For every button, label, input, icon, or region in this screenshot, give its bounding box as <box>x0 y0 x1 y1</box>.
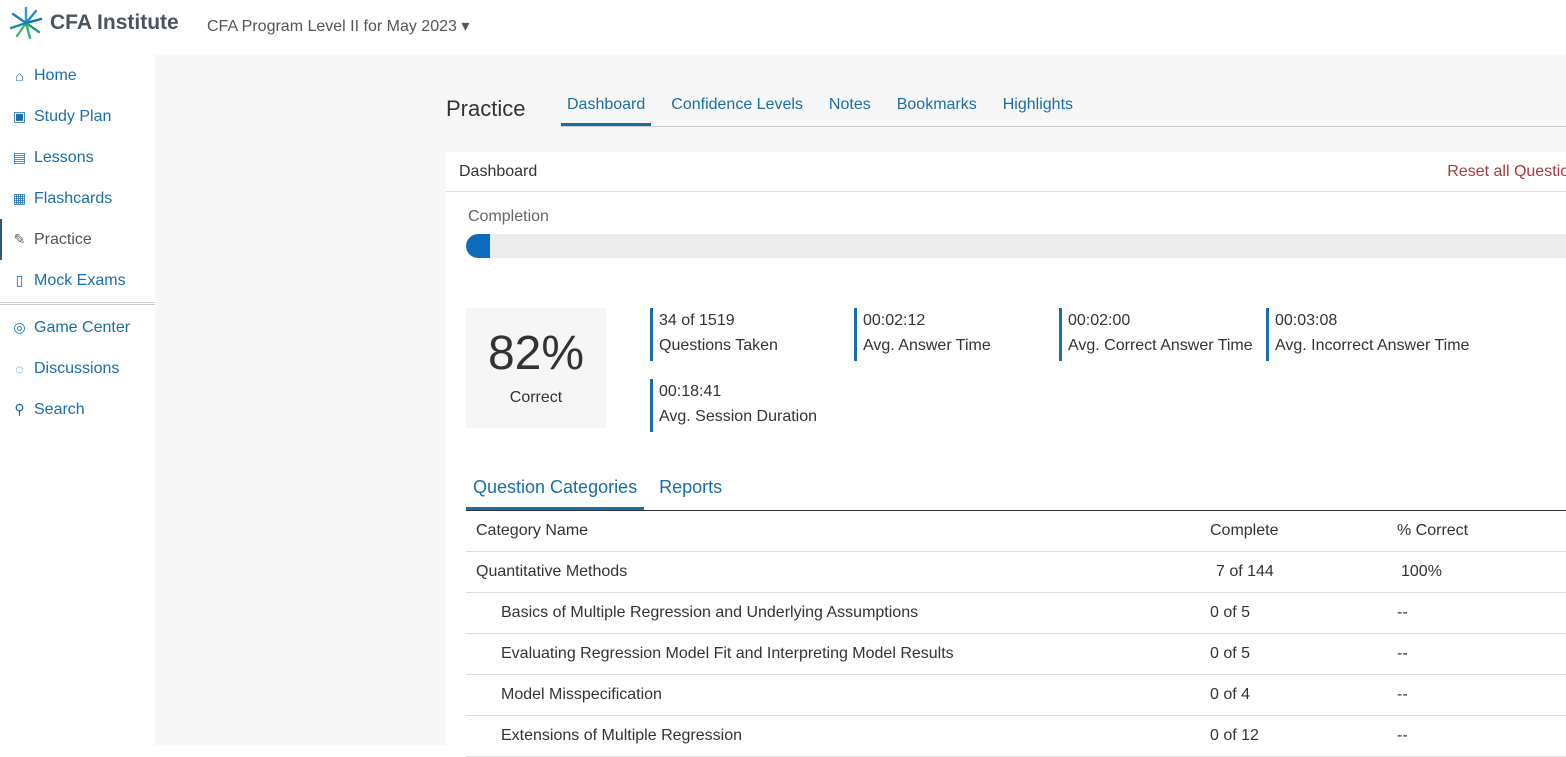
table-row[interactable]: Evaluating Regression Model Fit and Inte… <box>466 634 1566 675</box>
sidebar-item-label: Game Center <box>34 318 131 336</box>
sidebar-item-search[interactable]: ⚲ Search <box>0 389 155 430</box>
stat-value: 00:03:08 <box>1275 312 1338 329</box>
table-row[interactable]: Quantitative Methods 7 of 144 100% <box>466 552 1566 593</box>
col-complete: Complete <box>1210 522 1279 539</box>
tab-confidence-levels[interactable]: Confidence Levels <box>665 86 809 126</box>
sidebar-item-practice[interactable]: ✎ Practice <box>0 219 155 260</box>
score-label: Correct <box>509 389 563 406</box>
tab-question-categories[interactable]: Question Categories <box>466 468 645 510</box>
sidebar-divider <box>0 302 155 305</box>
program-label: CFA Program Level II for May 2023 <box>207 18 457 35</box>
stat-label: Avg. Answer Time <box>863 337 991 354</box>
cfa-logo-icon <box>9 6 43 40</box>
table-header: Category Name Complete % Correct <box>466 511 1566 552</box>
exam-icon: ▯ <box>15 272 24 288</box>
category-name: Extensions of Multiple Regression <box>501 727 743 744</box>
category-correct: 100% <box>1401 563 1442 580</box>
score-value: 82% <box>487 327 585 380</box>
category-tabs: Question Categories Reports <box>466 468 1566 511</box>
program-selector[interactable]: CFA Program Level II for May 2023 ▾ <box>207 16 469 36</box>
sidebar-item-label: Mock Exams <box>34 271 126 289</box>
stat-avg-correct-time: 00:02:00 Avg. Correct Answer Time <box>1059 308 1253 361</box>
stat-label: Avg. Correct Answer Time <box>1068 337 1253 354</box>
table-row[interactable]: Model Misspecification 0 of 4 -- <box>466 675 1566 716</box>
search-icon: ⚲ <box>14 401 25 417</box>
sidebar-item-label: Search <box>34 400 85 418</box>
card-header: Dashboard Reset all Questions <box>446 152 1566 192</box>
tab-notes[interactable]: Notes <box>823 86 877 126</box>
stat-value: 00:18:41 <box>659 383 722 400</box>
sidebar-item-discussions[interactable]: ◌ Discussions <box>0 348 155 389</box>
sidebar-item-label: Practice <box>34 230 92 248</box>
category-name: Basics of Multiple Regression and Underl… <box>501 604 919 621</box>
gamepad-icon: ◎ <box>13 319 26 335</box>
sidebar-item-label: Study Plan <box>34 107 112 125</box>
card-title: Dashboard <box>459 162 538 180</box>
practice-tabs: Dashboard Confidence Levels Notes Bookma… <box>561 86 1566 127</box>
tab-reports[interactable]: Reports <box>652 468 729 510</box>
top-header: CFA Institute CFA Program Level II for M… <box>0 0 1566 55</box>
sidebar-item-study-plan[interactable]: ▣ Study Plan <box>0 96 155 137</box>
sidebar-item-mock-exams[interactable]: ▯ Mock Exams <box>0 260 155 301</box>
flashcards-icon: ▦ <box>12 190 27 206</box>
category-complete: 0 of 12 <box>1210 727 1259 744</box>
book-icon: ▤ <box>12 149 27 165</box>
brand-name: CFA Institute <box>50 11 179 34</box>
completion-progress-fill <box>466 234 491 258</box>
practice-icon: ✎ <box>13 231 26 247</box>
category-complete: 0 of 5 <box>1210 604 1251 621</box>
caret-down-icon: ▾ <box>461 18 470 35</box>
category-correct: -- <box>1397 727 1408 744</box>
category-name: Quantitative Methods <box>476 563 628 580</box>
category-complete: 7 of 144 <box>1216 563 1274 580</box>
stat-value: 34 of 1519 <box>659 312 735 329</box>
stat-avg-session-duration: 00:18:41 Avg. Session Duration <box>650 379 817 432</box>
table-row[interactable]: Extensions of Multiple Regression 0 of 12… <box>466 716 1566 757</box>
stat-questions-taken: 34 of 1519 Questions Taken <box>650 308 778 361</box>
sidebar-item-game-center[interactable]: ◎ Game Center <box>0 307 155 348</box>
score-box: 82% Correct <box>466 308 606 428</box>
home-icon: ⌂ <box>15 67 24 84</box>
sidebar: ⌂ Home ▣ Study Plan ▤ Lessons ▦ Flashcards ✎… <box>0 55 155 745</box>
page-title: Practice <box>446 96 526 121</box>
category-name: Model Misspecification <box>501 686 662 703</box>
calendar-icon: ▣ <box>12 108 27 124</box>
stat-value: 00:02:00 <box>1068 312 1131 329</box>
sidebar-item-label: Lessons <box>34 148 94 166</box>
reset-questions-link[interactable]: Reset all Questions <box>1447 163 1566 181</box>
category-correct: -- <box>1397 686 1408 703</box>
tab-highlights[interactable]: Highlights <box>997 86 1079 126</box>
cfa-logo[interactable]: CFA Institute <box>8 5 179 41</box>
tab-bookmarks[interactable]: Bookmarks <box>891 86 983 126</box>
col-percent-correct: % Correct <box>1397 522 1469 539</box>
stat-avg-answer-time: 00:02:12 Avg. Answer Time <box>854 308 991 361</box>
sidebar-item-lessons[interactable]: ▤ Lessons <box>0 137 155 178</box>
completion-label: Completion <box>468 208 549 225</box>
category-complete: 0 of 5 <box>1210 645 1251 662</box>
chat-icon: ◌ <box>15 360 24 377</box>
category-name: Evaluating Regression Model Fit and Inte… <box>501 645 954 662</box>
stat-avg-incorrect-time: 00:03:08 Avg. Incorrect Answer Time <box>1266 308 1469 361</box>
stat-label: Avg. Session Duration <box>659 408 818 425</box>
category-complete: 0 of 4 <box>1210 686 1251 703</box>
completion-progress-bar <box>466 234 1566 258</box>
stat-label: Avg. Incorrect Answer Time <box>1275 337 1470 354</box>
category-correct: -- <box>1397 645 1408 662</box>
sidebar-item-label: Flashcards <box>34 189 113 207</box>
stat-label: Questions Taken <box>659 337 778 354</box>
table-row[interactable]: Basics of Multiple Regression and Underl… <box>466 593 1566 634</box>
sidebar-item-flashcards[interactable]: ▦ Flashcards <box>0 178 155 219</box>
sidebar-item-label: Home <box>34 66 77 84</box>
col-category-name: Category Name <box>476 522 589 539</box>
categories-table: Category Name Complete % Correct Quantit… <box>466 511 1566 757</box>
tab-dashboard[interactable]: Dashboard <box>561 86 652 126</box>
dashboard-card: Dashboard Reset all Questions Completion… <box>446 152 1566 757</box>
stat-value: 00:02:12 <box>863 312 926 329</box>
sidebar-item-label: Discussions <box>34 359 120 377</box>
sidebar-item-home[interactable]: ⌂ Home <box>0 55 155 96</box>
category-correct: -- <box>1397 604 1408 621</box>
